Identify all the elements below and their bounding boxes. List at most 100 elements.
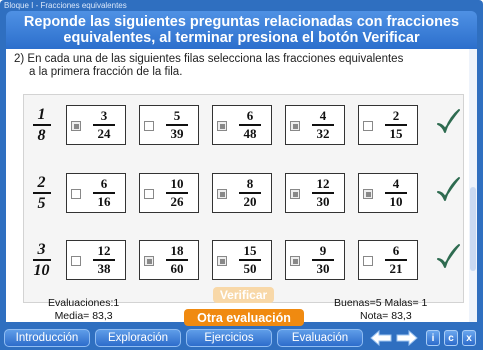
- fraction-bar: [32, 259, 51, 261]
- option-checkbox[interactable]: [217, 189, 227, 199]
- stats-right: Buenas=5 Malas= 1 Nota= 83,3: [334, 297, 427, 323]
- fraction-option[interactable]: 12 30: [285, 173, 345, 213]
- fraction-option[interactable]: 6 48: [212, 105, 272, 145]
- option-checkbox[interactable]: [144, 121, 154, 131]
- option-fraction: 5 39: [157, 109, 197, 141]
- option-fraction: 2 15: [376, 109, 416, 141]
- fraction-option[interactable]: 18 60: [139, 240, 199, 280]
- fraction-option[interactable]: 4 10: [358, 173, 418, 213]
- option-denominator: 20: [243, 193, 257, 209]
- option-denominator: 10: [389, 193, 403, 209]
- lead-fraction: 3 10: [24, 236, 59, 284]
- option-denominator: 60: [170, 260, 184, 276]
- option-checkbox[interactable]: [144, 256, 154, 266]
- option-checkbox[interactable]: [217, 256, 227, 266]
- option-fraction: 4 32: [303, 109, 343, 141]
- option-checkbox[interactable]: [290, 256, 300, 266]
- option-checkbox[interactable]: [290, 189, 300, 199]
- tab-ejercicios[interactable]: Ejercicios: [186, 329, 272, 347]
- option-denominator: 50: [243, 260, 257, 276]
- fraction-option[interactable]: 12 38: [66, 240, 126, 280]
- lead-fraction: 25: [24, 169, 59, 217]
- tab-exploracion[interactable]: Exploración: [95, 329, 181, 347]
- question-text: 2) En cada una de las siguientes filas s…: [14, 53, 403, 79]
- fraction-option[interactable]: 15 50: [212, 240, 272, 280]
- option-numerator: 10: [170, 176, 184, 191]
- fraction-row: 3 10 12 38 18 60 15 50 9 30 6 21: [24, 236, 465, 286]
- fraction-row: 1 8 3 24 5 39 6 48 4 32 2 15: [24, 101, 465, 151]
- lead-denominator: 5: [37, 195, 46, 212]
- question-line-2: a la primera fracción de la fila.: [29, 66, 183, 78]
- fraction-option[interactable]: 3 24: [66, 105, 126, 145]
- option-fraction: 4 10: [376, 177, 416, 209]
- lead-denominator: 8: [37, 127, 46, 144]
- option-fraction: 6 16: [84, 177, 124, 209]
- credits-button[interactable]: c: [444, 330, 458, 346]
- option-fraction: 3 24: [84, 109, 124, 141]
- option-checkbox[interactable]: [363, 121, 373, 131]
- banner-line-1: Reponde las siguientes preguntas relacio…: [23, 14, 460, 30]
- option-checkbox[interactable]: [363, 189, 373, 199]
- option-numerator: 5: [173, 108, 181, 123]
- stats-left: Evaluaciones:1 Media= 83,3: [48, 297, 119, 323]
- nota-value: Nota= 83,3: [360, 310, 412, 322]
- option-numerator: 18: [170, 243, 184, 258]
- fraction-option[interactable]: 10 26: [139, 173, 199, 213]
- option-numerator: 12: [97, 243, 111, 258]
- fraction-option[interactable]: 2 15: [358, 105, 418, 145]
- nav-arrows: [369, 329, 419, 347]
- tab-introduccion[interactable]: Introducción: [4, 329, 90, 347]
- scrollbar-thumb[interactable]: [470, 187, 476, 271]
- option-checkbox[interactable]: [71, 189, 81, 199]
- option-denominator: 38: [97, 260, 111, 276]
- fraction-option[interactable]: 9 30: [285, 240, 345, 280]
- verificar-button[interactable]: Verificar: [213, 287, 274, 303]
- option-checkbox[interactable]: [290, 121, 300, 131]
- option-fraction: 6 21: [376, 244, 416, 276]
- option-checkbox[interactable]: [71, 121, 81, 131]
- arrow-left-icon[interactable]: [369, 329, 393, 347]
- lead-numerator: 1: [37, 106, 46, 123]
- lead-fraction: 18: [24, 101, 59, 149]
- fraction-option[interactable]: 8 20: [212, 173, 272, 213]
- option-denominator: 32: [316, 125, 330, 141]
- option-fraction: 12 30: [303, 177, 343, 209]
- option-numerator: 12: [316, 176, 330, 191]
- option-numerator: 15: [243, 243, 257, 258]
- option-checkbox[interactable]: [144, 189, 154, 199]
- option-fraction: 10 26: [157, 177, 197, 209]
- bottom-nav: Introducción Exploración Ejercicios Eval…: [0, 326, 483, 350]
- media-value: Media= 83,3: [54, 310, 113, 322]
- close-button[interactable]: x: [462, 330, 476, 346]
- option-fraction: 9 30: [303, 244, 343, 276]
- option-fraction: 12 38: [84, 244, 124, 276]
- option-denominator: 24: [97, 125, 111, 141]
- question-line-1: 2) En cada una de las siguientes filas s…: [14, 53, 404, 65]
- option-checkbox[interactable]: [363, 256, 373, 266]
- tab-evaluacion[interactable]: Evaluación: [277, 329, 363, 347]
- evaluaciones-count: Evaluaciones:1: [48, 297, 120, 309]
- arrow-right-icon[interactable]: [395, 329, 419, 347]
- check-mark-icon: [437, 177, 460, 201]
- option-fraction: 15 50: [230, 244, 270, 276]
- scrollbar-track[interactable]: [469, 49, 477, 322]
- option-checkbox[interactable]: [217, 121, 227, 131]
- fraction-option[interactable]: 6 21: [358, 240, 418, 280]
- option-denominator: 15: [389, 125, 403, 141]
- fraction-option[interactable]: 5 39: [139, 105, 199, 145]
- option-checkbox[interactable]: [71, 256, 81, 266]
- fraction-option[interactable]: 4 32: [285, 105, 345, 145]
- content-panel: 2) En cada una de las siguientes filas s…: [6, 49, 477, 326]
- option-denominator: 39: [170, 125, 184, 141]
- option-fraction: 8 20: [230, 177, 270, 209]
- option-numerator: 6: [100, 176, 108, 191]
- option-fraction: 18 60: [157, 244, 197, 276]
- fraction-row: 2 5 6 16 10 26 8 20 12 30 4 10: [24, 169, 465, 219]
- info-button[interactable]: i: [426, 330, 440, 346]
- option-numerator: 4: [319, 108, 327, 123]
- lead-denominator: 10: [33, 262, 50, 279]
- window-title: Bloque I - Fracciones equivalentes: [4, 1, 127, 10]
- fraction-option[interactable]: 6 16: [66, 173, 126, 213]
- option-numerator: 6: [246, 108, 254, 123]
- otra-evaluacion-button[interactable]: Otra evaluación: [184, 309, 304, 326]
